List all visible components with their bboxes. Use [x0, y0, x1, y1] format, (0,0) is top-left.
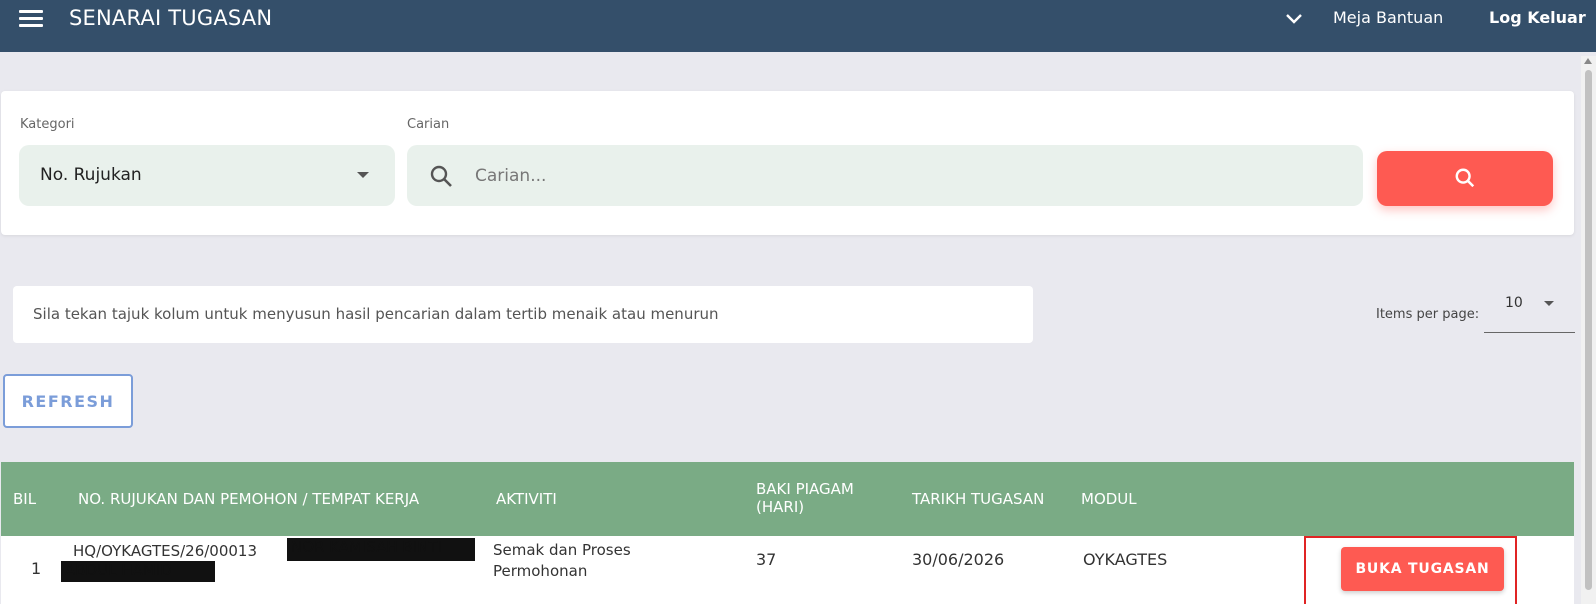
sort-hint-box: Sila tekan tajuk kolum untuk menyusun ha… — [13, 286, 1033, 343]
row-bil: 1 — [31, 559, 42, 578]
row-module: OYKAGTES — [1083, 550, 1168, 569]
scroll-up-arrow-icon[interactable] — [1584, 58, 1592, 64]
caret-down-icon — [357, 172, 369, 178]
open-task-button[interactable]: BUKA TUGASAN — [1341, 547, 1504, 591]
search-icon — [430, 165, 452, 187]
items-per-page-value: 10 — [1505, 295, 1523, 311]
column-header-bil[interactable]: BIL — [13, 490, 36, 508]
category-select-value: No. Rujukan — [40, 165, 142, 185]
table-header: BIL NO. RUJUKAN DAN PEMOHON / TEMPAT KER… — [1, 462, 1574, 536]
category-select[interactable]: No. Rujukan — [19, 145, 395, 206]
help-desk-link[interactable]: Meja Bantuan — [1333, 8, 1443, 27]
scrollbar-thumb[interactable] — [1585, 70, 1592, 590]
column-header-module[interactable]: MODUL — [1081, 490, 1137, 508]
row-activity-line2: Permohonan — [493, 562, 588, 580]
redacted-name-line1: NOR KAMISAH BINTI — [287, 538, 475, 561]
column-header-baki-line2: (HARI) — [756, 498, 805, 516]
row-date: 30/06/2026 — [912, 550, 1005, 569]
category-label: Kategori — [20, 117, 75, 132]
search-panel: Kategori No. Rujukan Carian — [1, 91, 1574, 235]
search-input[interactable] — [475, 159, 1335, 193]
hamburger-menu-icon[interactable] — [19, 10, 43, 28]
redacted-name-line2: ABDUL HAMID — [61, 561, 215, 582]
row-reference: HQ/OYKAGTES/26/00013 — [73, 542, 258, 560]
caret-down-icon — [1544, 301, 1554, 306]
vertical-scrollbar[interactable] — [1581, 56, 1596, 604]
logout-link[interactable]: Log Keluar — [1489, 8, 1586, 27]
sort-hint-text: Sila tekan tajuk kolum untuk menyusun ha… — [33, 305, 719, 323]
items-per-page-label: Items per page: — [1376, 307, 1480, 322]
column-header-ref[interactable]: NO. RUJUKAN DAN PEMOHON / TEMPAT KERJA — [78, 490, 419, 508]
column-header-date[interactable]: TARIKH TUGASAN — [912, 490, 1044, 508]
chevron-down-icon[interactable] — [1284, 11, 1304, 27]
page-title: SENARAI TUGASAN — [69, 6, 273, 30]
search-field — [407, 145, 1363, 206]
row-baki: 37 — [756, 550, 777, 569]
column-header-activity[interactable]: AKTIVITI — [496, 490, 557, 508]
column-header-baki[interactable]: BAKI PIAGAM (HARI) — [756, 480, 854, 516]
row-activity-line1: Semak dan Proses — [493, 541, 631, 559]
search-button[interactable] — [1377, 151, 1553, 206]
table-row: 1 HQ/OYKAGTES/26/00013 NOR KAMISAH BINTI… — [1, 536, 1574, 604]
search-label: Carian — [407, 117, 450, 132]
search-icon — [1455, 168, 1475, 188]
items-per-page-select[interactable]: 10 — [1484, 287, 1575, 333]
top-app-bar: SENARAI TUGASAN Meja Bantuan Log Keluar — [0, 0, 1596, 52]
column-header-baki-line1: BAKI PIAGAM — [756, 480, 854, 498]
row-activity: Semak dan Proses Permohonan — [493, 540, 631, 582]
refresh-button[interactable]: REFRESH — [3, 374, 133, 428]
